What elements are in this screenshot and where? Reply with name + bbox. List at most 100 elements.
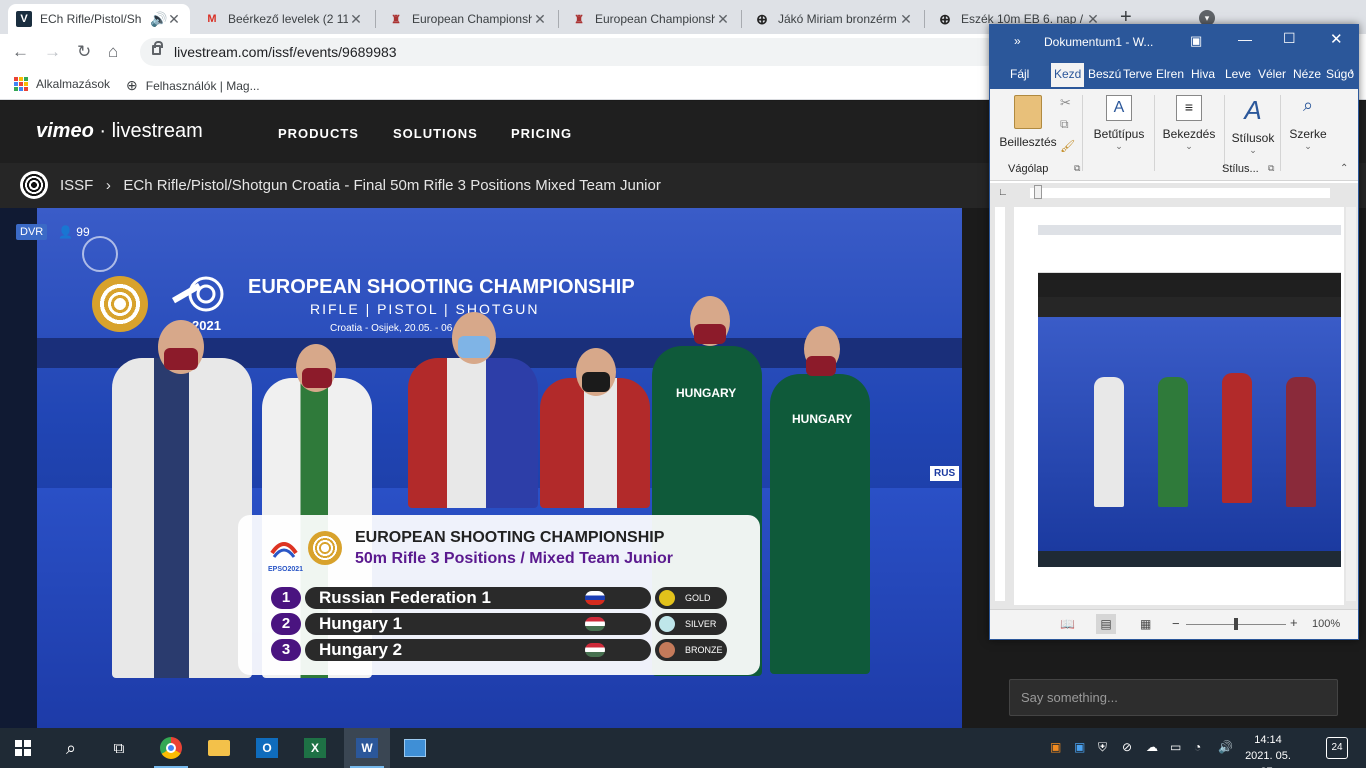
- file-explorer-button[interactable]: [196, 728, 242, 768]
- mini-video: [1038, 317, 1341, 551]
- network-off-icon[interactable]: ⊘: [1122, 740, 1132, 754]
- tab-layout[interactable]: Elren: [1156, 67, 1184, 81]
- tab-view[interactable]: Néze: [1293, 67, 1321, 81]
- read-mode-icon[interactable]: 📖: [1060, 617, 1075, 631]
- collapse-ribbon-icon[interactable]: ⌃: [1340, 163, 1348, 174]
- tray-app-icon[interactable]: ▣: [1050, 740, 1061, 754]
- paragraph-button[interactable]: ≡ Bekezdés ⌄: [1158, 95, 1220, 152]
- tab-livestream[interactable]: V ECh Rifle/Pistol/Sh 🔊 ✕: [8, 4, 190, 34]
- web-layout-icon[interactable]: ▦: [1140, 617, 1151, 631]
- zoom-thumb[interactable]: [1234, 618, 1238, 630]
- address-bar[interactable]: livestream.com/issf/events/9689983: [140, 38, 1000, 66]
- vertical-scrollbar[interactable]: [1346, 207, 1356, 601]
- breadcrumb-org[interactable]: ISSF: [60, 177, 93, 194]
- editing-button[interactable]: ⌕ Szerke ⌄: [1286, 95, 1330, 152]
- issf-target-logo-icon[interactable]: [20, 171, 48, 199]
- vimeo-livestream-logo[interactable]: vimeo · livestream: [36, 120, 203, 143]
- paste-label: Beillesztés: [999, 135, 1057, 149]
- chevron-down-icon: ⌄: [1115, 141, 1123, 151]
- zoom-level[interactable]: 100%: [1312, 618, 1340, 630]
- horizontal-ruler: ∟: [990, 183, 1358, 203]
- cut-icon[interactable]: ✂: [1060, 95, 1071, 111]
- chat-input[interactable]: Say something...: [1009, 679, 1338, 716]
- mini-breadcrumb: [1038, 297, 1341, 317]
- zoom-in-icon[interactable]: +: [1290, 615, 1298, 630]
- tab-divider: [741, 10, 742, 28]
- outlook-icon: O: [256, 738, 278, 758]
- dialog-launcher-icon[interactable]: ⧉: [1268, 163, 1274, 174]
- close-tab-icon[interactable]: ✕: [166, 11, 182, 28]
- ribbon-display-icon[interactable]: ▣: [1190, 33, 1202, 49]
- forward-arrow-icon[interactable]: →: [44, 42, 61, 62]
- close-tab-icon[interactable]: ✕: [348, 11, 364, 28]
- tab-review[interactable]: Véler: [1258, 67, 1286, 81]
- wifi-icon[interactable]: ◔: [1194, 740, 1201, 754]
- close-icon[interactable]: ✕: [1330, 30, 1343, 48]
- task-view-button[interactable]: ⧉: [96, 728, 142, 768]
- search-button[interactable]: ⌕: [48, 728, 94, 768]
- copy-icon[interactable]: ⧉: [1060, 117, 1069, 132]
- outlook-button[interactable]: O: [244, 728, 290, 768]
- battery-icon[interactable]: ▭: [1170, 740, 1181, 754]
- gmail-icon: M: [207, 13, 217, 25]
- reload-icon[interactable]: ↻: [77, 42, 91, 62]
- tab-references[interactable]: Hiva: [1191, 67, 1215, 81]
- more-commands-icon[interactable]: »: [1014, 34, 1021, 48]
- font-button[interactable]: A Betűtípus ⌄: [1088, 95, 1150, 152]
- onedrive-icon[interactable]: ☁: [1146, 740, 1158, 754]
- results-row: 1 Russian Federation 1 GOLD: [271, 587, 727, 609]
- word-taskbar-button[interactable]: W: [344, 728, 390, 768]
- zoom-slider[interactable]: [1186, 618, 1286, 630]
- tab-home[interactable]: Kezd: [1051, 63, 1085, 87]
- tab-european-championship-2[interactable]: ♜ European Championsh ✕: [563, 4, 739, 34]
- print-layout-icon[interactable]: ▤: [1096, 614, 1116, 634]
- maximize-icon[interactable]: ☐: [1283, 30, 1296, 47]
- dialog-launcher-icon[interactable]: ⧉: [1074, 163, 1080, 174]
- search-icon: ⌕: [1302, 95, 1314, 115]
- document-page[interactable]: [1014, 207, 1344, 605]
- pasted-screenshot[interactable]: [1038, 225, 1341, 567]
- outlook-tray-icon[interactable]: ▣: [1074, 740, 1085, 754]
- bookmark-apps[interactable]: Alkalmazások: [14, 77, 110, 91]
- security-icon[interactable]: ⛨: [1098, 740, 1107, 755]
- indent-marker[interactable]: [1034, 185, 1042, 199]
- volume-icon[interactable]: 🔊: [1218, 740, 1233, 754]
- nav-pricing[interactable]: PRICING: [511, 126, 572, 141]
- video-player[interactable]: 2021 EUROPEAN SHOOTING CHAMPIONSHIP RIFL…: [0, 208, 962, 728]
- tab-selector-icon[interactable]: ∟: [998, 187, 1008, 198]
- dvr-badge[interactable]: DVR: [16, 224, 48, 240]
- scroll-tabs-icon[interactable]: ›: [1350, 66, 1354, 78]
- notifications-badge[interactable]: 24: [1326, 737, 1348, 759]
- url-text[interactable]: livestream.com/issf/events/9689983: [174, 44, 397, 60]
- photos-button[interactable]: [392, 728, 438, 768]
- bookmark-felhasznalok[interactable]: ⊕ Felhasználók | Mag...: [126, 77, 260, 94]
- paste-button[interactable]: Beillesztés: [998, 95, 1058, 149]
- home-icon[interactable]: ⌂: [108, 42, 118, 62]
- start-button[interactable]: [0, 728, 46, 768]
- rank-badge: 2: [271, 613, 301, 635]
- tab-european-championship-1[interactable]: ♜ European Championsh ✕: [380, 4, 556, 34]
- nav-products[interactable]: PRODUCTS: [278, 126, 359, 141]
- close-tab-icon[interactable]: ✕: [715, 11, 731, 28]
- clock[interactable]: 14:14 2021. 05. 27.: [1240, 732, 1296, 768]
- format-painter-icon[interactable]: 🖌: [1060, 139, 1075, 153]
- excel-button[interactable]: X: [292, 728, 338, 768]
- back-arrow-icon[interactable]: ←: [12, 42, 29, 62]
- tab-gmail[interactable]: M Beérkező levelek (2 11 ✕: [196, 4, 372, 34]
- tab-insert[interactable]: Beszú: [1088, 67, 1121, 81]
- mini-bookmarks: [1038, 255, 1341, 273]
- tab-file[interactable]: Fájl: [1010, 67, 1029, 81]
- chrome-taskbar-button[interactable]: [148, 728, 194, 768]
- speaker-icon[interactable]: 🔊: [150, 11, 167, 28]
- tab-design[interactable]: Terve: [1123, 67, 1152, 81]
- styles-button[interactable]: A Stílusok ⌄: [1226, 95, 1280, 156]
- nav-solutions[interactable]: SOLUTIONS: [393, 126, 478, 141]
- zoom-out-icon[interactable]: −: [1172, 616, 1180, 631]
- tab-mailings[interactable]: Leve: [1225, 67, 1251, 81]
- athlete-3: [408, 358, 538, 508]
- close-tab-icon[interactable]: ✕: [898, 11, 914, 28]
- tab-jako-miriam[interactable]: ⊕ Jákó Miriam bronzérm ✕: [746, 4, 922, 34]
- close-tab-icon[interactable]: ✕: [532, 11, 548, 28]
- trophy-icon: ♜: [574, 13, 584, 26]
- minimize-icon[interactable]: —: [1238, 31, 1252, 47]
